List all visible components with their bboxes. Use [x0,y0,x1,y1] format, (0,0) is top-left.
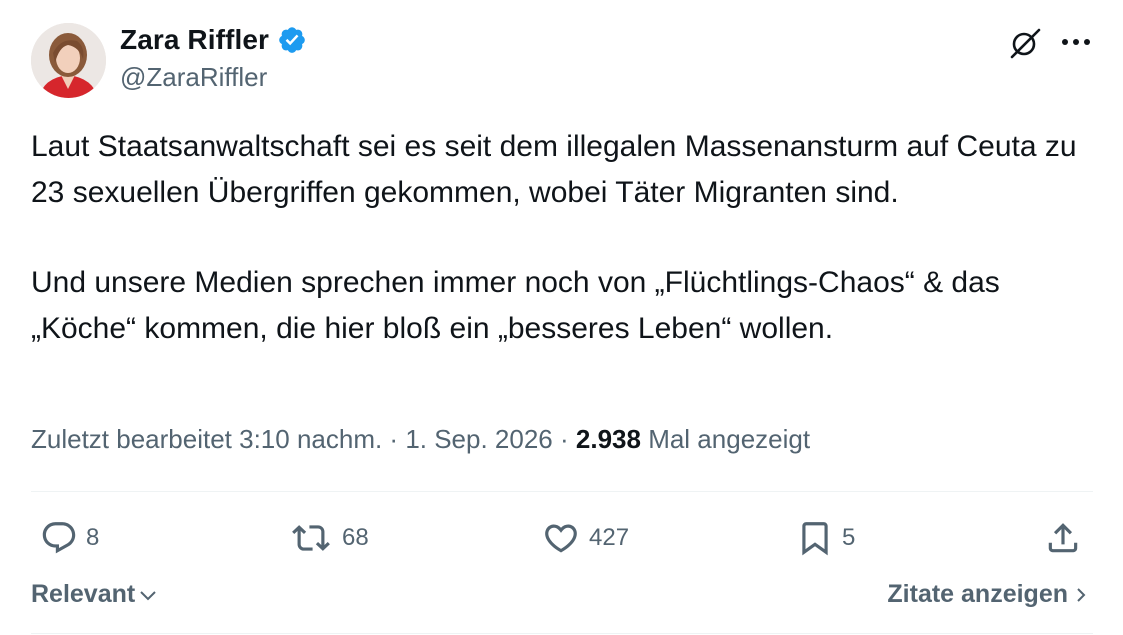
reply-count: 8 [86,524,100,551]
tweet-paragraph-1: Laut Staatsanwaltschaft sei es seit dem … [31,130,1077,209]
meta-separator: · [552,424,576,454]
retweet-count: 68 [342,524,369,551]
avatar-image [31,23,106,98]
meta-separator: · [382,424,406,454]
tweet-date[interactable]: 1. Sep. 2026 [405,424,552,454]
reply-button[interactable]: 8 [40,515,99,561]
bookmark-count: 5 [842,524,856,551]
share-icon [1048,523,1078,553]
edited-label[interactable]: Zuletzt bearbeitet 3:10 nachm. [31,424,382,454]
retweet-button[interactable]: 68 [288,515,369,561]
share-button[interactable] [1044,515,1082,561]
view-quotes-link[interactable]: Zitate anzeigen [887,580,1088,609]
grok-icon [1010,28,1041,59]
grok-button[interactable] [1006,24,1044,62]
divider [31,491,1093,492]
reply-icon [42,522,76,554]
bookmark-button[interactable]: 5 [796,515,855,561]
author-display-name[interactable]: Zara Riffler [120,24,269,56]
tweet-meta: Zuletzt bearbeitet 3:10 nachm. · 1. Sep.… [31,424,810,455]
tweet-paragraph-2: Und unsere Medien sprechen immer noch vo… [31,266,1000,345]
divider [31,633,1093,634]
chevron-down-icon [140,590,156,600]
quotes-label: Zitate anzeigen [887,580,1068,608]
avatar[interactable] [31,23,106,98]
more-options-button[interactable] [1058,24,1094,60]
chevron-right-icon [1077,587,1086,602]
author-name-row: Zara Riffler [120,24,307,56]
sort-label: Relevant [31,580,136,608]
verified-badge-icon[interactable] [277,25,307,55]
bookmark-icon [802,522,828,556]
reply-sort-dropdown[interactable]: Relevant [31,580,158,609]
heart-icon [545,524,577,553]
views-count: 2.938 [575,424,641,454]
author-handle[interactable]: @ZaraRiffler [120,62,267,93]
views-label: Mal angezeigt [640,424,811,454]
like-count: 427 [589,524,630,551]
retweet-icon [292,525,330,551]
like-button[interactable]: 427 [541,515,629,561]
more-horizontal-icon [1062,39,1090,45]
tweet-text: Laut Staatsanwaltschaft sei es seit dem … [31,124,1091,351]
